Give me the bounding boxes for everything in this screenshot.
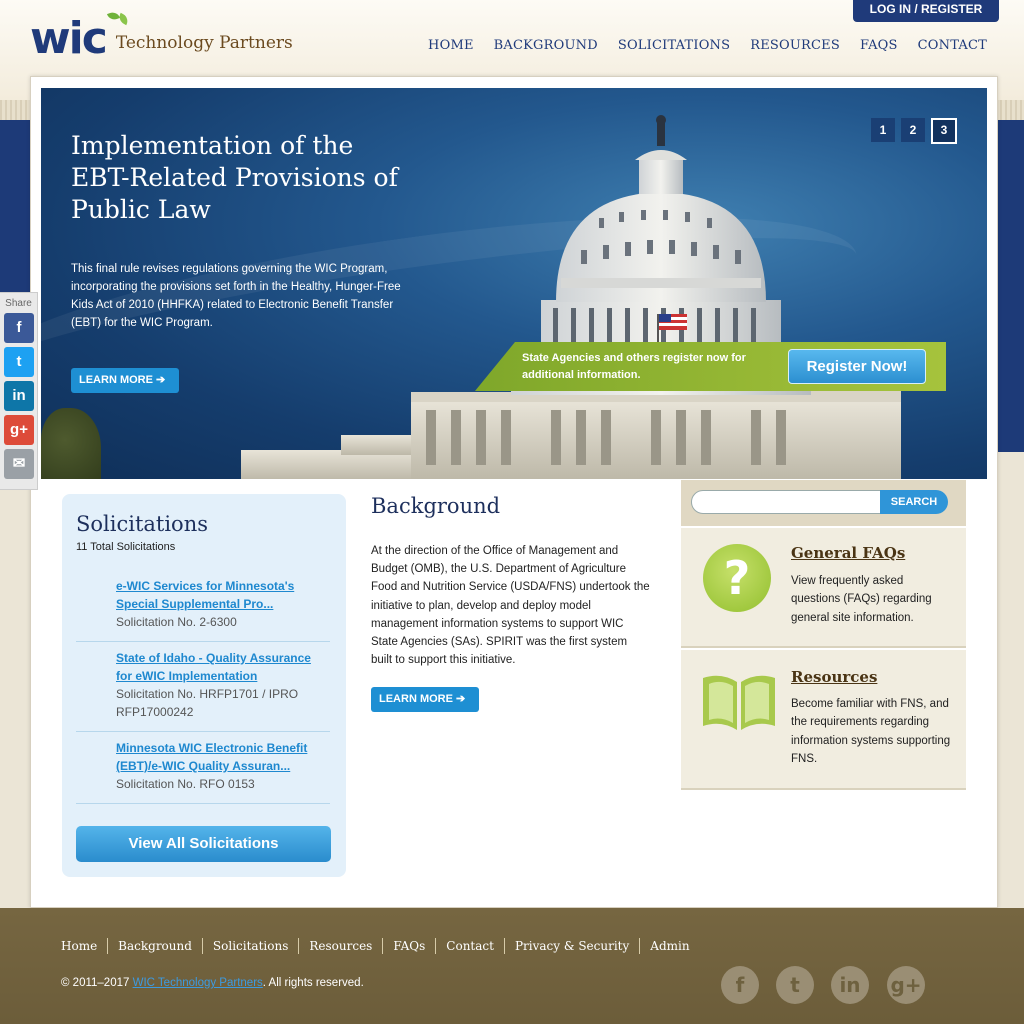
site-logo[interactable]: wic Technology Partners	[30, 10, 293, 64]
list-item: State of Idaho - Quality Assurance for e…	[76, 642, 330, 732]
nav-solicitations[interactable]: SOLICITATIONS	[618, 38, 730, 53]
register-now-button[interactable]: Register Now!	[788, 349, 926, 384]
general-faqs-text: View frequently asked questions (FAQs) r…	[791, 575, 932, 624]
solicitation-link[interactable]: e-WIC Services for Minnesota's Special S…	[116, 577, 330, 613]
learn-more-label: LEARN MORE	[79, 374, 153, 386]
hero-slider: Implementation of the EBT-Related Provis…	[41, 88, 987, 479]
solicitations-title: Solicitations	[76, 512, 208, 536]
logo-text: Technology Partners	[115, 33, 293, 53]
nav-resources[interactable]: RESOURCES	[750, 38, 840, 53]
nav-faqs[interactable]: FAQS	[860, 38, 898, 53]
copyright-link[interactable]: WIC Technology Partners	[133, 977, 263, 989]
solicitation-number: Solicitation No. RFO 0153	[116, 777, 255, 791]
slide-page-2[interactable]: 2	[901, 118, 925, 142]
twitter-icon[interactable]: t	[776, 966, 814, 1004]
view-all-solicitations-button[interactable]: View All Solicitations	[76, 826, 331, 862]
background-text: At the direction of the Office of Manage…	[371, 545, 650, 667]
resources-text: Become familiar with FNS, and the requir…	[791, 698, 951, 765]
hero-learn-more-button[interactable]: LEARN MORE ➔	[71, 368, 179, 393]
slide-page-1[interactable]: 1	[871, 118, 895, 142]
resources-link[interactable]: Resources	[791, 668, 877, 686]
list-item: Minnesota WIC Electronic Benefit (EBT)/e…	[76, 732, 330, 804]
footer-link-admin[interactable]: Admin	[639, 938, 699, 954]
search-button[interactable]: SEARCH	[880, 490, 948, 514]
hero-description: This final rule revises regulations gove…	[71, 263, 401, 329]
slide-page-3[interactable]: 3	[931, 118, 957, 144]
resources-panel: Resources Become familiar with FNS, and …	[681, 650, 966, 790]
solicitation-number: Solicitation No. HRFP1701 / IPRO RFP1700…	[116, 687, 299, 719]
general-faqs-panel: ? General FAQs View frequently asked que…	[681, 528, 966, 648]
google-plus-icon[interactable]: g+	[887, 966, 925, 1004]
login-register-button[interactable]: LOG IN / REGISTER	[853, 0, 999, 22]
google-plus-icon[interactable]: g+	[4, 415, 34, 445]
background-title: Background	[371, 494, 501, 518]
nav-background[interactable]: BACKGROUND	[494, 38, 598, 53]
footer-link-home[interactable]: Home	[61, 938, 107, 954]
share-label: Share	[5, 298, 32, 309]
search-bar: SEARCH	[681, 480, 966, 526]
solicitations-panel: Solicitations 11 Total Solicitations e-W…	[62, 494, 346, 877]
tree-image	[41, 408, 101, 479]
arrow-right-icon: ➔	[456, 693, 466, 705]
solicitation-link[interactable]: State of Idaho - Quality Assurance for e…	[116, 649, 330, 685]
learn-more-label: LEARN MORE	[379, 693, 453, 705]
open-book-icon	[703, 675, 775, 730]
logo-mark: wic	[30, 13, 108, 64]
copyright-suffix: . All rights reserved.	[262, 977, 364, 989]
linkedin-icon[interactable]: in	[831, 966, 869, 1004]
footer-link-resources[interactable]: Resources	[298, 938, 382, 954]
nav-contact[interactable]: CONTACT	[918, 38, 987, 53]
facebook-icon[interactable]: f	[4, 313, 34, 343]
solicitations-count: 11 Total Solicitations	[76, 541, 176, 553]
share-bar: Share f t in g+ ✉	[0, 292, 38, 490]
arrow-right-icon: ➔	[156, 374, 166, 386]
solicitation-link[interactable]: Minnesota WIC Electronic Benefit (EBT)/e…	[116, 739, 330, 775]
hero-title: Implementation of the EBT-Related Provis…	[71, 131, 398, 224]
solicitation-number: Solicitation No. 2-6300	[116, 615, 237, 629]
question-mark-icon: ?	[703, 544, 771, 612]
facebook-icon[interactable]: f	[721, 966, 759, 1004]
footer-link-privacy[interactable]: Privacy & Security	[503, 938, 639, 954]
site-footer: Home Background Solicitations Resources …	[0, 908, 1024, 1024]
slide-pager: 1 2 3	[871, 118, 957, 144]
footer-link-solicitations[interactable]: Solicitations	[201, 938, 298, 954]
logo-leaf-icon	[116, 12, 131, 26]
main-nav: HOME BACKGROUND SOLICITATIONS RESOURCES …	[428, 38, 987, 53]
footer-link-faqs[interactable]: FAQs	[382, 938, 435, 954]
email-icon[interactable]: ✉	[4, 449, 34, 479]
linkedin-icon[interactable]: in	[4, 381, 34, 411]
twitter-icon[interactable]: t	[4, 347, 34, 377]
list-item: e-WIC Services for Minnesota's Special S…	[76, 570, 330, 642]
background-learn-more-button[interactable]: LEARN MORE ➔	[371, 687, 479, 712]
general-faqs-link[interactable]: General FAQs	[791, 544, 905, 562]
footer-link-background[interactable]: Background	[107, 938, 202, 954]
copyright: © 2011–2017 WIC Technology Partners. All…	[61, 977, 364, 989]
search-input[interactable]	[691, 490, 881, 514]
register-banner-text: State Agencies and others register now f…	[522, 352, 746, 381]
footer-link-contact[interactable]: Contact	[435, 938, 504, 954]
solicitations-list: e-WIC Services for Minnesota's Special S…	[76, 570, 330, 804]
nav-home[interactable]: HOME	[428, 38, 474, 53]
copyright-prefix: © 2011–2017	[61, 977, 130, 989]
footer-nav: Home Background Solicitations Resources …	[61, 938, 700, 954]
